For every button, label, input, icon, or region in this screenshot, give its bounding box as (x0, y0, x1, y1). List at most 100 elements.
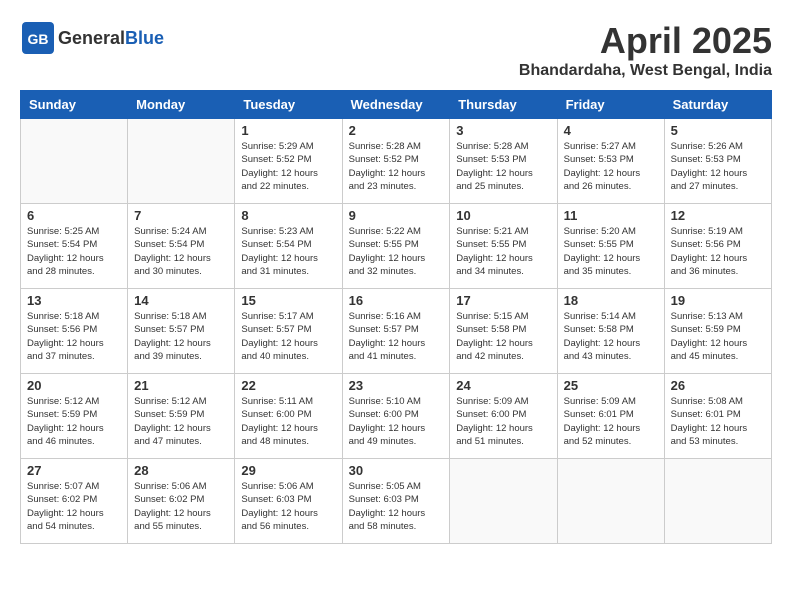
calendar-cell: 10 Sunrise: 5:21 AM Sunset: 5:55 PM Dayli… (450, 204, 557, 289)
logo-icon: GB (20, 20, 56, 56)
calendar-cell: 28 Sunrise: 5:06 AM Sunset: 6:02 PM Dayli… (128, 459, 235, 544)
day-number: 4 (564, 123, 658, 138)
day-info: Sunrise: 5:12 AM Sunset: 5:59 PM Dayligh… (27, 395, 121, 448)
day-info: Sunrise: 5:08 AM Sunset: 6:01 PM Dayligh… (671, 395, 765, 448)
day-number: 25 (564, 378, 658, 393)
day-info: Sunrise: 5:09 AM Sunset: 6:01 PM Dayligh… (564, 395, 658, 448)
day-number: 2 (349, 123, 444, 138)
logo: GB GeneralBlue (20, 20, 164, 56)
day-number: 19 (671, 293, 765, 308)
calendar-cell: 27 Sunrise: 5:07 AM Sunset: 6:02 PM Dayli… (21, 459, 128, 544)
day-number: 29 (241, 463, 335, 478)
day-number: 11 (564, 208, 658, 223)
calendar-cell (21, 119, 128, 204)
day-number: 12 (671, 208, 765, 223)
calendar-cell: 13 Sunrise: 5:18 AM Sunset: 5:56 PM Dayli… (21, 289, 128, 374)
day-number: 7 (134, 208, 228, 223)
calendar-cell: 20 Sunrise: 5:12 AM Sunset: 5:59 PM Dayli… (21, 374, 128, 459)
day-info: Sunrise: 5:29 AM Sunset: 5:52 PM Dayligh… (241, 140, 335, 193)
calendar-cell: 2Sunrise: 5:28 AM Sunset: 5:52 PM Daylig… (342, 119, 450, 204)
calendar-cell: 5Sunrise: 5:26 AM Sunset: 5:53 PM Daylig… (664, 119, 771, 204)
day-number: 10 (456, 208, 550, 223)
calendar-cell (664, 459, 771, 544)
calendar-cell: 26 Sunrise: 5:08 AM Sunset: 6:01 PM Dayli… (664, 374, 771, 459)
calendar-cell: 11 Sunrise: 5:20 AM Sunset: 5:55 PM Dayli… (557, 204, 664, 289)
calendar-cell: 18 Sunrise: 5:14 AM Sunset: 5:58 PM Dayli… (557, 289, 664, 374)
calendar-cell: 14 Sunrise: 5:18 AM Sunset: 5:57 PM Dayli… (128, 289, 235, 374)
day-number: 27 (27, 463, 121, 478)
day-number: 30 (349, 463, 444, 478)
calendar-cell: 3 Sunrise: 5:28 AM Sunset: 5:53 PM Daylig… (450, 119, 557, 204)
col-header-thursday: Thursday (450, 91, 557, 119)
col-header-friday: Friday (557, 91, 664, 119)
col-header-tuesday: Tuesday (235, 91, 342, 119)
calendar-cell: 9 Sunrise: 5:22 AM Sunset: 5:55 PM Daylig… (342, 204, 450, 289)
logo-blue-text: Blue (125, 28, 164, 48)
day-info: Sunrise: 5:18 AM Sunset: 5:56 PM Dayligh… (27, 310, 121, 363)
col-header-monday: Monday (128, 91, 235, 119)
day-info: Sunrise: 5:12 AM Sunset: 5:59 PM Dayligh… (134, 395, 228, 448)
day-number: 13 (27, 293, 121, 308)
page-header: GB GeneralBlue April 2025 Bhandardaha, W… (20, 20, 772, 80)
day-info: Sunrise: 5:16 AM Sunset: 5:57 PM Dayligh… (349, 310, 444, 363)
day-info: Sunrise: 5:06 AM Sunset: 6:02 PM Dayligh… (134, 480, 228, 533)
calendar-cell: 23 Sunrise: 5:10 AM Sunset: 6:00 PM Dayli… (342, 374, 450, 459)
calendar-cell: 17 Sunrise: 5:15 AM Sunset: 5:58 PM Dayli… (450, 289, 557, 374)
day-number: 18 (564, 293, 658, 308)
col-header-sunday: Sunday (21, 91, 128, 119)
day-number: 9 (349, 208, 444, 223)
day-info: Sunrise: 5:05 AM Sunset: 6:03 PM Dayligh… (349, 480, 444, 533)
day-number: 28 (134, 463, 228, 478)
calendar-cell: 7Sunrise: 5:24 AM Sunset: 5:54 PM Daylig… (128, 204, 235, 289)
col-header-saturday: Saturday (664, 91, 771, 119)
day-info: Sunrise: 5:09 AM Sunset: 6:00 PM Dayligh… (456, 395, 550, 448)
day-number: 15 (241, 293, 335, 308)
location-title: Bhandardaha, West Bengal, India (519, 62, 772, 80)
day-number: 22 (241, 378, 335, 393)
week-row-3: 13 Sunrise: 5:18 AM Sunset: 5:56 PM Dayli… (21, 289, 772, 374)
calendar-cell (557, 459, 664, 544)
calendar-cell (450, 459, 557, 544)
calendar-cell: 15 Sunrise: 5:17 AM Sunset: 5:57 PM Dayli… (235, 289, 342, 374)
day-number: 23 (349, 378, 444, 393)
day-info: Sunrise: 5:28 AM Sunset: 5:53 PM Dayligh… (456, 140, 550, 193)
day-info: Sunrise: 5:07 AM Sunset: 6:02 PM Dayligh… (27, 480, 121, 533)
calendar-cell: 25 Sunrise: 5:09 AM Sunset: 6:01 PM Dayli… (557, 374, 664, 459)
day-number: 17 (456, 293, 550, 308)
calendar-cell: 30 Sunrise: 5:05 AM Sunset: 6:03 PM Dayli… (342, 459, 450, 544)
day-info: Sunrise: 5:15 AM Sunset: 5:58 PM Dayligh… (456, 310, 550, 363)
week-row-1: 1 Sunrise: 5:29 AM Sunset: 5:52 PM Daylig… (21, 119, 772, 204)
calendar-cell: 4 Sunrise: 5:27 AM Sunset: 5:53 PM Daylig… (557, 119, 664, 204)
day-info: Sunrise: 5:10 AM Sunset: 6:00 PM Dayligh… (349, 395, 444, 448)
day-number: 6 (27, 208, 121, 223)
day-number: 21 (134, 378, 228, 393)
day-number: 14 (134, 293, 228, 308)
day-number: 16 (349, 293, 444, 308)
day-info: Sunrise: 5:22 AM Sunset: 5:55 PM Dayligh… (349, 225, 444, 278)
day-info: Sunrise: 5:14 AM Sunset: 5:58 PM Dayligh… (564, 310, 658, 363)
calendar-cell: 6 Sunrise: 5:25 AM Sunset: 5:54 PM Daylig… (21, 204, 128, 289)
day-number: 3 (456, 123, 550, 138)
day-info: Sunrise: 5:21 AM Sunset: 5:55 PM Dayligh… (456, 225, 550, 278)
week-row-5: 27 Sunrise: 5:07 AM Sunset: 6:02 PM Dayli… (21, 459, 772, 544)
day-number: 8 (241, 208, 335, 223)
week-row-4: 20 Sunrise: 5:12 AM Sunset: 5:59 PM Dayli… (21, 374, 772, 459)
calendar-cell: 16 Sunrise: 5:16 AM Sunset: 5:57 PM Dayli… (342, 289, 450, 374)
day-number: 1 (241, 123, 335, 138)
day-info: Sunrise: 5:18 AM Sunset: 5:57 PM Dayligh… (134, 310, 228, 363)
calendar-cell: 24 Sunrise: 5:09 AM Sunset: 6:00 PM Dayli… (450, 374, 557, 459)
day-number: 26 (671, 378, 765, 393)
day-info: Sunrise: 5:06 AM Sunset: 6:03 PM Dayligh… (241, 480, 335, 533)
day-info: Sunrise: 5:25 AM Sunset: 5:54 PM Dayligh… (27, 225, 121, 278)
week-row-2: 6 Sunrise: 5:25 AM Sunset: 5:54 PM Daylig… (21, 204, 772, 289)
calendar-cell: 19 Sunrise: 5:13 AM Sunset: 5:59 PM Dayli… (664, 289, 771, 374)
day-info: Sunrise: 5:19 AM Sunset: 5:56 PM Dayligh… (671, 225, 765, 278)
day-info: Sunrise: 5:27 AM Sunset: 5:53 PM Dayligh… (564, 140, 658, 193)
title-area: April 2025 Bhandardaha, West Bengal, Ind… (519, 20, 772, 80)
col-header-wednesday: Wednesday (342, 91, 450, 119)
day-info: Sunrise: 5:13 AM Sunset: 5:59 PM Dayligh… (671, 310, 765, 363)
day-info: Sunrise: 5:20 AM Sunset: 5:55 PM Dayligh… (564, 225, 658, 278)
day-number: 20 (27, 378, 121, 393)
day-info: Sunrise: 5:17 AM Sunset: 5:57 PM Dayligh… (241, 310, 335, 363)
day-number: 24 (456, 378, 550, 393)
